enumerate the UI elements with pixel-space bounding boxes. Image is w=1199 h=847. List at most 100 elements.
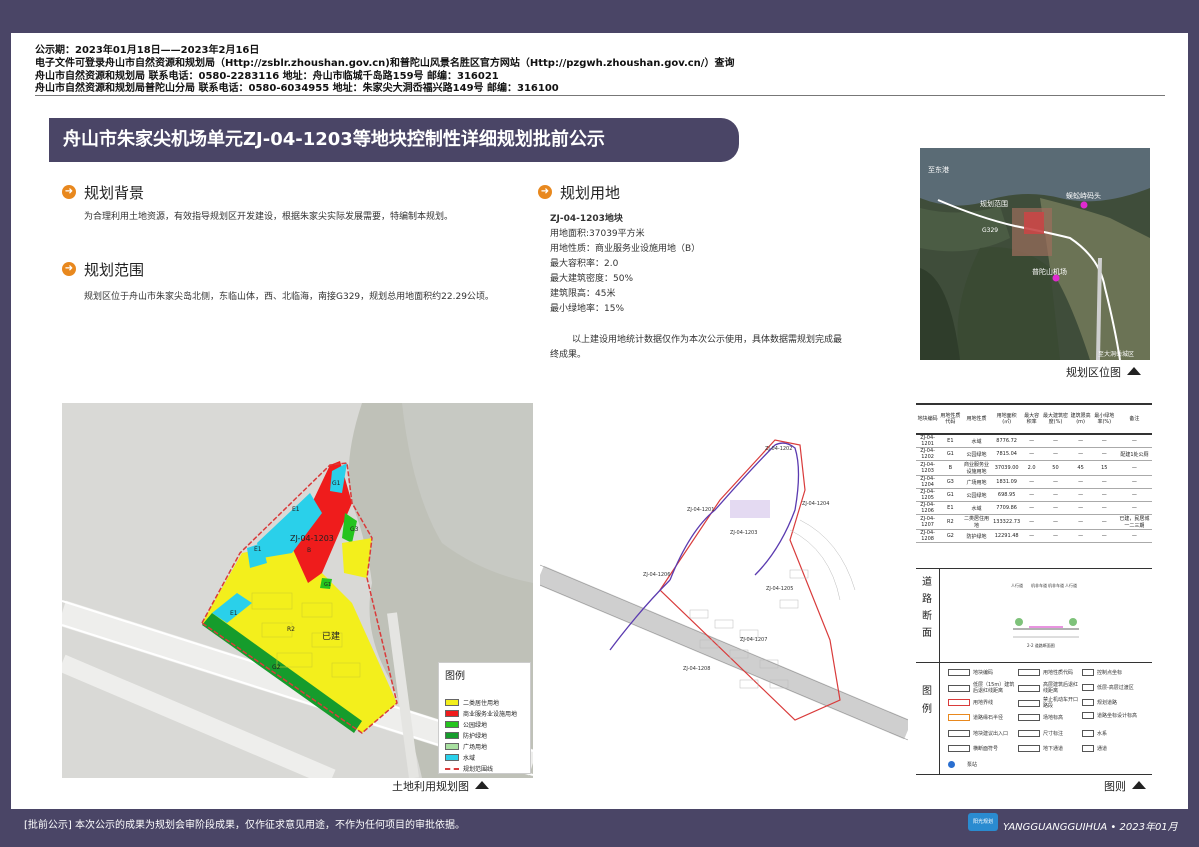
table-row: ZJ-04-1206 E1 水域 7709.86— — — — —: [916, 501, 1152, 515]
up-triangle-icon: [1132, 781, 1146, 789]
lane-label: 人行道: [1011, 582, 1023, 588]
legend-item: 低层（15m）建筑后退红线距离: [948, 682, 1016, 694]
legend-item: 地块建议出入口: [948, 730, 1008, 737]
table-row: ZJ-04-1207 R2 二类居住用地 133322.73— — — — 已建，民居城一二三…: [916, 514, 1152, 530]
legend-swatch: [445, 767, 459, 770]
control-plot-label: ZJ-04-1208: [683, 666, 710, 672]
legend-item: 规划道路: [1082, 699, 1117, 706]
panel-divider: [939, 663, 940, 774]
lane-label: 机非车道: [1031, 582, 1047, 588]
legend-item: 禁止机动车开口路段: [1018, 697, 1080, 709]
control-plot-label: ZJ-04-1205: [766, 586, 793, 592]
legend-swatch: [445, 699, 459, 706]
boundary-symbol: [948, 699, 970, 706]
arrow-bullet-icon: ➜: [538, 185, 552, 199]
legend-item: 低层-高层过渡区: [1082, 684, 1134, 691]
legend-item: 道路坐标设计标高: [1082, 712, 1148, 719]
landuse-line: 最大容积率：2.0: [550, 259, 619, 269]
plot-control-table: 地块编码 用地性质代码 用地性质 用地面积(㎡) 最大容积率 最大建筑密度(%) 建筑限高(…: [916, 403, 1152, 543]
section-landuse: ➜ 规划用地: [538, 181, 620, 203]
road-section-diagram: 人行道 机非车道 机非车道 人行道 2-2 道路断面图: [1011, 582, 1079, 648]
parcel-code: E1: [254, 546, 262, 553]
up-triangle-icon: [475, 781, 489, 789]
legend-item: 道路缘石半径: [948, 714, 1003, 721]
landuse-line: 用地性质：商业服务业设施用地（B）: [550, 244, 701, 254]
control-plan-map: ZJ-04-1201 ZJ-04-1202 ZJ-04-1203 ZJ-04-1…: [540, 400, 908, 778]
setback-high-symbol: [1018, 684, 1040, 692]
legend-swatch: [445, 721, 459, 728]
underpass-symbol: [1018, 745, 1040, 752]
map-label-to-city: 至大洞岙城区: [1098, 350, 1134, 358]
landuse-line: 用地面积:37039平方米: [550, 229, 645, 239]
setback-low-symbol: [948, 684, 970, 692]
legend-swatch: [445, 754, 459, 761]
control-plan-image: ZJ-04-1201 ZJ-04-1202 ZJ-04-1203 ZJ-04-1…: [540, 400, 908, 778]
table-row: ZJ-04-1201 E1 水域 8776.72— — — — —: [916, 434, 1152, 448]
control-plot-label: ZJ-04-1204: [802, 501, 829, 507]
header-divider: [35, 95, 1165, 96]
legend-item: 控制点坐标: [1082, 669, 1122, 676]
online-query-info: 电子文件可登录舟山市自然资源和规划局（Http://zsblr.zhoushan…: [35, 58, 735, 69]
panel-divider: [939, 569, 940, 662]
footer-brand: YANGGUANGGUIHUA • 2023年01月: [1003, 822, 1178, 833]
control-point-symbol: [1082, 669, 1094, 676]
section-name: 2-2 道路断面图: [1027, 642, 1055, 648]
legend-item: 商业服务业设施用地: [445, 709, 517, 718]
legend-item: 二类居住用地: [445, 698, 499, 707]
map-label-airport: 普陀山机场: [1032, 267, 1067, 276]
scope-text: 规划区位于舟山市朱家尖岛北侧，东临山体，西、北临海，南接G329，规划总用地面积…: [84, 292, 494, 302]
built-label: 已建: [322, 630, 340, 642]
no-entry-segment-symbol: [1018, 699, 1040, 707]
parcel-code: E1: [230, 610, 238, 617]
plot-label: ZJ-04-1203: [290, 534, 334, 543]
legend-item: 尺寸标注: [1018, 730, 1063, 737]
plot-id: ZJ-04-1203地块: [550, 214, 623, 224]
planned-road-symbol: [1082, 699, 1094, 706]
location-map-image: 至东港 规划范围 G329 蜈蚣峙码头 普陀山机场 至大洞岙城区: [920, 148, 1150, 360]
arrow-bullet-icon: ➜: [62, 262, 76, 276]
parcel-code: E1: [292, 506, 300, 513]
legend-item: 用地界线: [948, 699, 993, 706]
parcel-code: G1: [324, 582, 331, 588]
dimension-symbol: [1018, 730, 1040, 737]
symbol-legend-label: 图例: [922, 686, 932, 715]
control-plot-label: ZJ-04-1206: [643, 572, 670, 578]
arrow-bullet-icon: ➜: [62, 185, 76, 199]
location-map-caption: 规划区位图: [1066, 364, 1141, 380]
road-elevation-symbol: [1082, 712, 1094, 719]
site-elevation-symbol: [1018, 714, 1040, 721]
map-label-scope: 规划范围: [980, 199, 1008, 208]
land-map-caption: 土地利用规划图: [392, 778, 489, 794]
control-plot-label: ZJ-04-1202: [765, 446, 792, 452]
legend-item: 泵站: [948, 761, 977, 768]
legend-title: 图例: [445, 671, 465, 682]
section-heading: 规划背景: [84, 183, 145, 202]
section-heading: 规划范围: [84, 260, 145, 279]
pump-station-icon: [948, 761, 955, 768]
section-heading: 规划用地: [560, 183, 621, 202]
landuse-code-symbol: [1018, 669, 1040, 676]
legend-item: 场地标高: [1018, 714, 1063, 721]
control-plot-label: ZJ-04-1203: [730, 530, 757, 536]
map-label-road: G329: [982, 227, 998, 234]
section-scope: ➜ 规划范围: [62, 258, 144, 280]
footer-disclaimer: [批前公示] 本次公示的成果为规划会审阶段成果，仅作征求意见用途，不作为任何项目…: [24, 820, 465, 831]
passage-symbol: [1082, 745, 1094, 752]
landuse-note: 以上建设用地统计数据仅作为本次公示使用，具体数据需规划完成最终成果。: [550, 335, 843, 360]
parcel-code: G3: [350, 526, 359, 533]
yangguang-logo-icon: 阳光规划: [968, 813, 998, 831]
table-header: 地块编码 用地性质代码 用地性质 用地面积(㎡) 最大容积率 最大建筑密度(%) 建筑限高(…: [916, 403, 1152, 435]
legend-item: 用地性质代码: [1018, 669, 1073, 676]
table-row: ZJ-04-1203 B 商业服务业设施用地 37039.00 2.0 50 45 15—: [916, 460, 1152, 476]
table-row: ZJ-04-1202 G1 公园绿地 7815.04— — — — 配建1处公厕: [916, 447, 1152, 461]
section-mark-symbol: [948, 745, 970, 752]
landuse-line: 最小绿地率：15%: [550, 304, 625, 314]
curb-radius-symbol: [948, 714, 970, 721]
land-use-legend: 图例 二类居住用地 商业服务业设施用地 公园绿地 防护绿地 广场用地 水域 规划…: [438, 662, 531, 774]
plot-code-symbol: [948, 669, 970, 676]
road-section-panel: 道路断面 人行道 机非车道 机非车道 人行道 2-2 道路断面图: [916, 568, 1152, 663]
map-label-wharf: 蜈蚣峙码头: [1066, 191, 1101, 200]
parcel-code: G2: [272, 664, 281, 671]
table-row: ZJ-04-1208 G2 防护绿地 12291.48— — — — —: [916, 529, 1152, 543]
road-section-label: 道路断面: [922, 577, 932, 639]
